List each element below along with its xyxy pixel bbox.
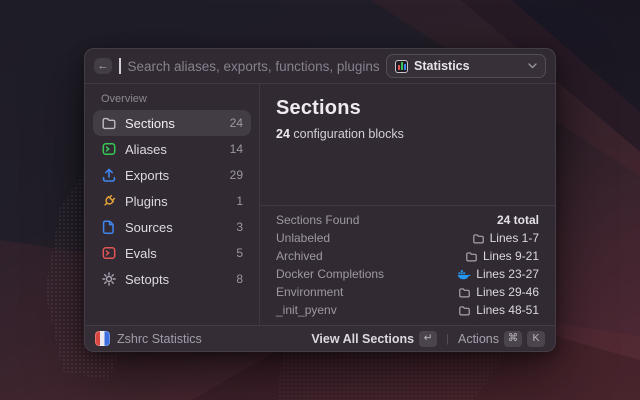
upload-icon bbox=[101, 167, 117, 183]
zshrc-app-icon bbox=[95, 331, 110, 346]
meta-value: Lines 23-27 bbox=[476, 267, 539, 281]
sidebar-item-exports[interactable]: Exports 29 bbox=[93, 162, 251, 188]
folder-icon bbox=[465, 250, 478, 263]
actions-button[interactable]: Actions ⌘ K bbox=[458, 331, 545, 347]
meta-label: Docker Completions bbox=[276, 267, 384, 281]
primary-action-button[interactable]: View All Sections ↵ bbox=[311, 331, 437, 347]
sidebar: Overview Sections 24 Aliases 14 Exp bbox=[85, 84, 259, 325]
sidebar-item-label: Exports bbox=[125, 168, 169, 183]
terminal-green-icon bbox=[101, 141, 117, 157]
folder-icon bbox=[472, 232, 485, 245]
sidebar-item-aliases[interactable]: Aliases 14 bbox=[93, 136, 251, 162]
search-input[interactable] bbox=[128, 59, 380, 74]
document-icon bbox=[101, 219, 117, 235]
meta-row-init-pyenv: _init_pyenv Lines 48-51 bbox=[276, 301, 539, 319]
sidebar-item-count: 1 bbox=[236, 194, 243, 208]
sidebar-item-count: 5 bbox=[236, 246, 243, 260]
meta-label: Archived bbox=[276, 249, 323, 263]
sidebar-section-label: Overview bbox=[101, 93, 251, 105]
mode-dropdown-label: Statistics bbox=[414, 59, 522, 73]
detail-subtitle: 24 configuration blocks bbox=[276, 127, 539, 141]
meta-row-docker-completions: Docker Completions Lines 23-27 bbox=[276, 265, 539, 283]
detail-count-suffix: configuration blocks bbox=[290, 127, 404, 141]
docker-whale-icon bbox=[457, 268, 471, 280]
bar-chart-icon bbox=[395, 60, 408, 73]
sidebar-item-count: 14 bbox=[230, 142, 243, 156]
command-key-icon: ⌘ bbox=[504, 331, 522, 347]
meta-row-archived: Archived Lines 9-21 bbox=[276, 247, 539, 265]
folder-icon bbox=[458, 304, 471, 317]
desktop: { "search": { "placeholder": "Search ali… bbox=[0, 0, 640, 400]
primary-action-label: View All Sections bbox=[311, 332, 414, 346]
text-cursor bbox=[119, 58, 121, 74]
detail-count: 24 bbox=[276, 127, 290, 141]
actions-label: Actions bbox=[458, 332, 499, 346]
back-arrow-icon: ← bbox=[98, 61, 109, 72]
chevron-down-icon bbox=[528, 63, 537, 69]
detail-panel: Sections 24 configuration blocks Section… bbox=[260, 84, 555, 325]
sidebar-item-sources[interactable]: Sources 3 bbox=[93, 214, 251, 240]
folder-icon bbox=[458, 286, 471, 299]
sidebar-item-label: Plugins bbox=[125, 194, 168, 209]
meta-label: Sections Found bbox=[276, 213, 359, 227]
sidebar-item-label: Sources bbox=[125, 220, 173, 235]
sidebar-item-label: Setopts bbox=[125, 272, 169, 287]
mode-dropdown[interactable]: Statistics bbox=[386, 54, 546, 78]
meta-value: Lines 48-51 bbox=[476, 303, 539, 317]
meta-label: Environment bbox=[276, 285, 343, 299]
app-name: Zshrc Statistics bbox=[117, 332, 202, 346]
sidebar-item-setopts[interactable]: Setopts 8 bbox=[93, 266, 251, 292]
plug-icon bbox=[101, 193, 117, 209]
detail-title: Sections bbox=[276, 97, 539, 120]
metadata-list: Sections Found 24 total Unlabeled Lines … bbox=[260, 206, 555, 325]
search-bar: ← Statistics bbox=[85, 49, 555, 83]
meta-row-sections-found: Sections Found 24 total bbox=[276, 211, 539, 229]
launcher-window: ← Statistics Overview Sections 24 bbox=[84, 48, 556, 352]
meta-value: Lines 29-46 bbox=[476, 285, 539, 299]
terminal-red-icon bbox=[101, 245, 117, 261]
meta-value: 24 total bbox=[497, 213, 539, 227]
sidebar-item-count: 24 bbox=[230, 116, 243, 130]
meta-value: Lines 9-21 bbox=[483, 249, 539, 263]
sidebar-item-plugins[interactable]: Plugins 1 bbox=[93, 188, 251, 214]
sidebar-item-count: 3 bbox=[236, 220, 243, 234]
sidebar-item-label: Aliases bbox=[125, 142, 167, 157]
meta-row-unlabeled: Unlabeled Lines 1-7 bbox=[276, 229, 539, 247]
window-content: Overview Sections 24 Aliases 14 Exp bbox=[85, 84, 555, 325]
back-button[interactable]: ← bbox=[94, 58, 112, 74]
meta-row-environment: Environment Lines 29-46 bbox=[276, 283, 539, 301]
status-bar: Zshrc Statistics View All Sections ↵ | A… bbox=[85, 325, 555, 351]
meta-label: Unlabeled bbox=[276, 231, 330, 245]
sidebar-item-label: Sections bbox=[125, 116, 175, 131]
detail-header: Sections 24 configuration blocks bbox=[260, 84, 555, 141]
gear-icon bbox=[101, 271, 117, 287]
sidebar-item-evals[interactable]: Evals 5 bbox=[93, 240, 251, 266]
sidebar-item-count: 29 bbox=[230, 168, 243, 182]
sidebar-item-label: Evals bbox=[125, 246, 157, 261]
status-separator: | bbox=[446, 333, 449, 345]
meta-label: _init_pyenv bbox=[276, 303, 337, 317]
k-key-badge: K bbox=[527, 331, 545, 347]
sidebar-item-sections[interactable]: Sections 24 bbox=[93, 110, 251, 136]
return-key-icon: ↵ bbox=[419, 331, 437, 347]
folder-icon bbox=[101, 115, 117, 131]
sidebar-item-count: 8 bbox=[236, 272, 243, 286]
meta-value: Lines 1-7 bbox=[490, 231, 539, 245]
